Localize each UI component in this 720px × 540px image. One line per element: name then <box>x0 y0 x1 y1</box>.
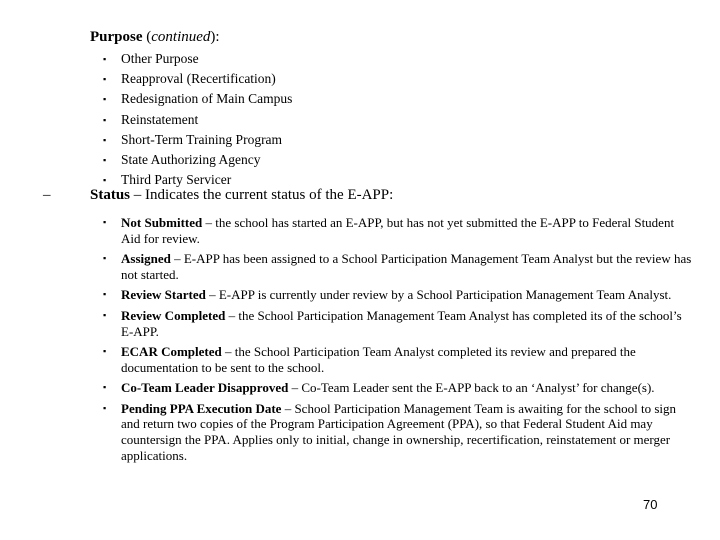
list-item: ▪ Review Started – E-APP is currently und… <box>103 287 693 303</box>
bullet-icon: ▪ <box>103 345 107 356</box>
bullet-icon: ▪ <box>103 154 107 165</box>
purpose-item-text: Reapproval (Recertification) <box>121 71 276 87</box>
bullet-icon: ▪ <box>103 134 107 145</box>
bullet-icon: ▪ <box>103 114 107 125</box>
heading-paren-close: ): <box>210 29 220 45</box>
bullet-icon: ▪ <box>103 289 107 300</box>
bullet-icon: ▪ <box>103 74 107 85</box>
status-desc: – Co-Team Leader sent the E-APP back to … <box>288 380 655 396</box>
list-item: ▪ Redesignation of Main Campus <box>103 89 292 109</box>
purpose-heading: Purpose (continued): <box>90 29 220 46</box>
heading-paren-open: ( <box>142 29 152 45</box>
status-intro: – Indicates the current status of the E-… <box>130 187 394 203</box>
status-term: Pending PPA Execution Date <box>121 400 282 416</box>
status-desc: – E-APP has been assigned to a School Pa… <box>121 251 692 282</box>
list-item: ▪ Pending PPA Execution Date – School Par… <box>103 401 693 464</box>
purpose-item-text: State Authorizing Agency <box>121 151 261 167</box>
list-item: ▪ Review Completed – the School Participa… <box>103 308 693 340</box>
purpose-item-text: Short-Term Training Program <box>121 131 283 147</box>
bullet-icon: ▪ <box>103 382 107 393</box>
bullet-icon: ▪ <box>103 402 107 413</box>
heading-italic: continued <box>151 29 211 45</box>
list-item: ▪ Assigned – E-APP has been assigned to a… <box>103 251 693 283</box>
bullet-icon: ▪ <box>103 54 107 64</box>
status-term: ECAR Completed <box>121 343 222 359</box>
status-term: Co-Team Leader Disapproved <box>121 380 289 396</box>
purpose-item-text: Third Party Servicer <box>121 172 232 188</box>
page-number: 70 <box>643 497 658 512</box>
bullet-icon: ▪ <box>103 217 107 227</box>
list-item: ▪ Other Purpose <box>103 49 292 69</box>
purpose-list: ▪ Other Purpose ▪ Reapproval (Recertificat… <box>103 49 292 190</box>
purpose-item-text: Redesignation of Main Campus <box>121 91 293 107</box>
status-term: Review Started <box>121 287 206 303</box>
list-item: ▪ ECAR Completed – the School Participati… <box>103 344 693 376</box>
purpose-item-text: Reinstatement <box>121 111 199 127</box>
status-list: ▪ Not Submitted – the school has started … <box>103 215 693 468</box>
dash-icon: – <box>43 187 51 203</box>
status-term: Not Submitted <box>121 215 203 230</box>
heading-bold: Purpose <box>90 29 143 45</box>
bullet-icon: ▪ <box>103 309 107 320</box>
status-desc: – the school has started an E-APP, but h… <box>121 215 675 246</box>
list-item: ▪ Short-Term Training Program <box>103 130 292 150</box>
list-item: ▪ Reinstatement <box>103 110 292 130</box>
list-item: ▪ Not Submitted – the school has started … <box>103 215 693 247</box>
bullet-icon: ▪ <box>103 94 107 105</box>
status-term: Assigned <box>121 251 171 267</box>
status-term: Review Completed <box>121 307 226 323</box>
purpose-item-text: Other Purpose <box>121 51 199 66</box>
status-heading: – Status – Indicates the current status o… <box>43 187 393 204</box>
list-item: ▪ Reapproval (Recertification) <box>103 69 292 89</box>
bullet-icon: ▪ <box>103 253 107 264</box>
list-item: ▪ State Authorizing Agency <box>103 150 292 170</box>
list-item: ▪ Co-Team Leader Disapproved – Co-Team Le… <box>103 380 693 396</box>
status-label: Status <box>90 187 131 203</box>
status-desc: – E-APP is currently under review by a S… <box>205 287 672 303</box>
